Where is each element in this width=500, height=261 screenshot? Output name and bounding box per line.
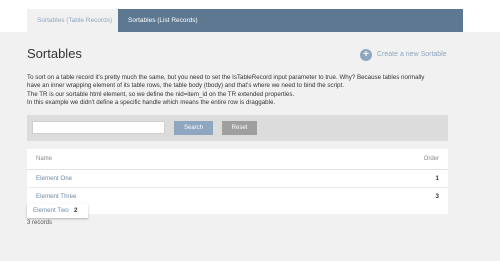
description: To sort on a table record it's pretty mu… (27, 74, 472, 108)
search-bar: Search Reset (27, 115, 448, 141)
reset-button[interactable]: Reset (222, 121, 257, 135)
row-name: Element Two (33, 207, 69, 214)
page-title: Sortables (27, 46, 82, 61)
tab-table-records[interactable]: Sortables (Table Records) (27, 9, 118, 32)
column-header-order: Order (423, 156, 439, 162)
create-sortable-label: Create a new Sortable (377, 51, 447, 58)
row-order: 3 (435, 193, 439, 200)
description-line: To sort on a table record it's pretty mu… (27, 74, 425, 81)
column-header-name: Name (36, 156, 53, 162)
plus-icon: + (360, 48, 372, 61)
dragging-row[interactable]: Element Two 2 (27, 204, 88, 218)
row-order: 2 (74, 207, 78, 214)
row-name: Element Three (36, 193, 77, 200)
table-header: Name Order (27, 149, 448, 170)
row-name: Element One (36, 175, 73, 182)
row-order: 1 (435, 175, 439, 182)
sortable-table: Name Order Element One 1 Element Three 3 (27, 149, 448, 206)
description-line: The TR is our sortable html element, so … (27, 90, 295, 98)
description-line: In this example we didn't define a speci… (27, 99, 276, 107)
table-placeholder (88, 204, 448, 214)
search-button[interactable]: Search (174, 121, 213, 135)
description-line: have an inner wrapping element of its ta… (27, 82, 344, 90)
search-input[interactable] (32, 121, 165, 134)
create-sortable-link[interactable]: + Create a new Sortable (360, 48, 447, 61)
record-count: 3 records (27, 220, 53, 226)
table-row[interactable]: Element One 1 (27, 170, 448, 188)
tab-list-records[interactable]: Sortables (List Records) (118, 9, 208, 32)
